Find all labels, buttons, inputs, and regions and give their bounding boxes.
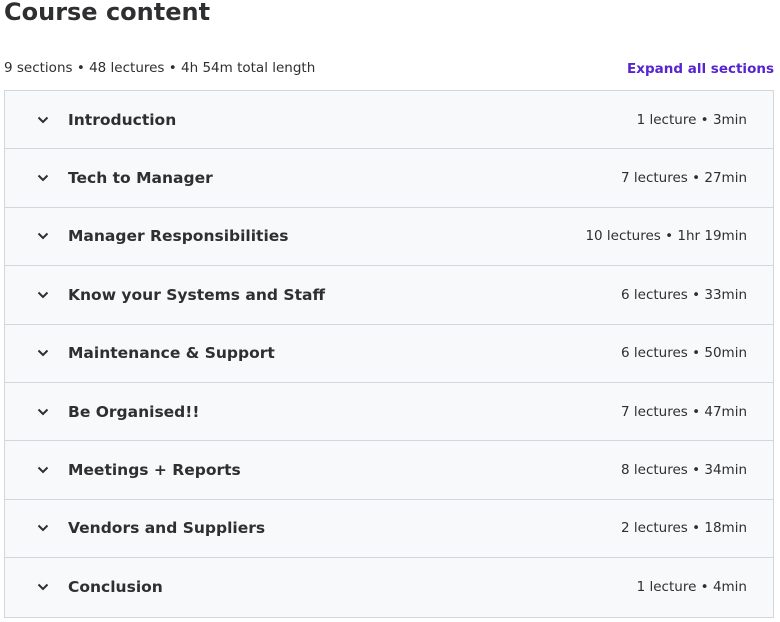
expand-all-sections-button[interactable]: Expand all sections (627, 60, 774, 78)
section-title: Conclusion (68, 578, 163, 597)
section-meta: 7 lectures • 47min (621, 403, 747, 420)
section-meta: 6 lectures • 50min (621, 345, 747, 362)
section-meta: 1 lecture • 3min (636, 111, 747, 128)
section-title: Meetings + Reports (68, 461, 241, 480)
course-summary: 9 sections • 48 lectures • 4h 54m total … (4, 60, 316, 76)
section-title: Vendors and Suppliers (68, 519, 266, 538)
section-title: Be Organised!! (68, 402, 200, 421)
section-tech-to-manager[interactable]: Tech to Manager 7 lectures • 27min (5, 149, 773, 208)
section-title: Introduction (68, 110, 177, 129)
section-meta: 10 lectures • 1hr 19min (585, 228, 747, 245)
chevron-down-icon (35, 462, 51, 478)
chevron-down-icon (35, 520, 51, 536)
chevron-down-icon (35, 345, 51, 361)
page-title: Course content (4, 0, 211, 26)
section-know-your-systems-and-staff[interactable]: Know your Systems and Staff 6 lectures •… (5, 266, 773, 325)
chevron-down-icon (35, 404, 51, 420)
section-maintenance-support[interactable]: Maintenance & Support 6 lectures • 50min (5, 324, 773, 383)
section-vendors-and-suppliers[interactable]: Vendors and Suppliers 2 lectures • 18min (5, 499, 773, 559)
section-manager-responsibilities[interactable]: Manager Responsibilities 10 lectures • 1… (5, 207, 773, 267)
section-meta: 1 lecture • 4min (636, 579, 747, 596)
section-introduction[interactable]: Introduction 1 lecture • 3min (5, 91, 773, 150)
chevron-down-icon (35, 579, 51, 595)
section-title: Manager Responsibilities (68, 227, 289, 246)
section-meta: 8 lectures • 34min (621, 462, 747, 479)
section-title: Know your Systems and Staff (68, 285, 325, 304)
chevron-down-icon (35, 228, 51, 244)
chevron-down-icon (35, 287, 51, 303)
section-meta: 7 lectures • 27min (621, 170, 747, 187)
section-be-organised[interactable]: Be Organised!! 7 lectures • 47min (5, 382, 773, 442)
section-meta: 2 lectures • 18min (621, 520, 747, 537)
chevron-down-icon (35, 112, 51, 128)
section-list: Introduction 1 lecture • 3min Tech to Ma… (4, 90, 774, 618)
section-title: Tech to Manager (68, 169, 213, 188)
section-conclusion[interactable]: Conclusion 1 lecture • 4min (5, 558, 773, 617)
chevron-down-icon (35, 170, 51, 186)
section-meetings-reports[interactable]: Meetings + Reports 8 lectures • 34min (5, 441, 773, 500)
section-meta: 6 lectures • 33min (621, 286, 747, 303)
section-title: Maintenance & Support (68, 344, 275, 363)
